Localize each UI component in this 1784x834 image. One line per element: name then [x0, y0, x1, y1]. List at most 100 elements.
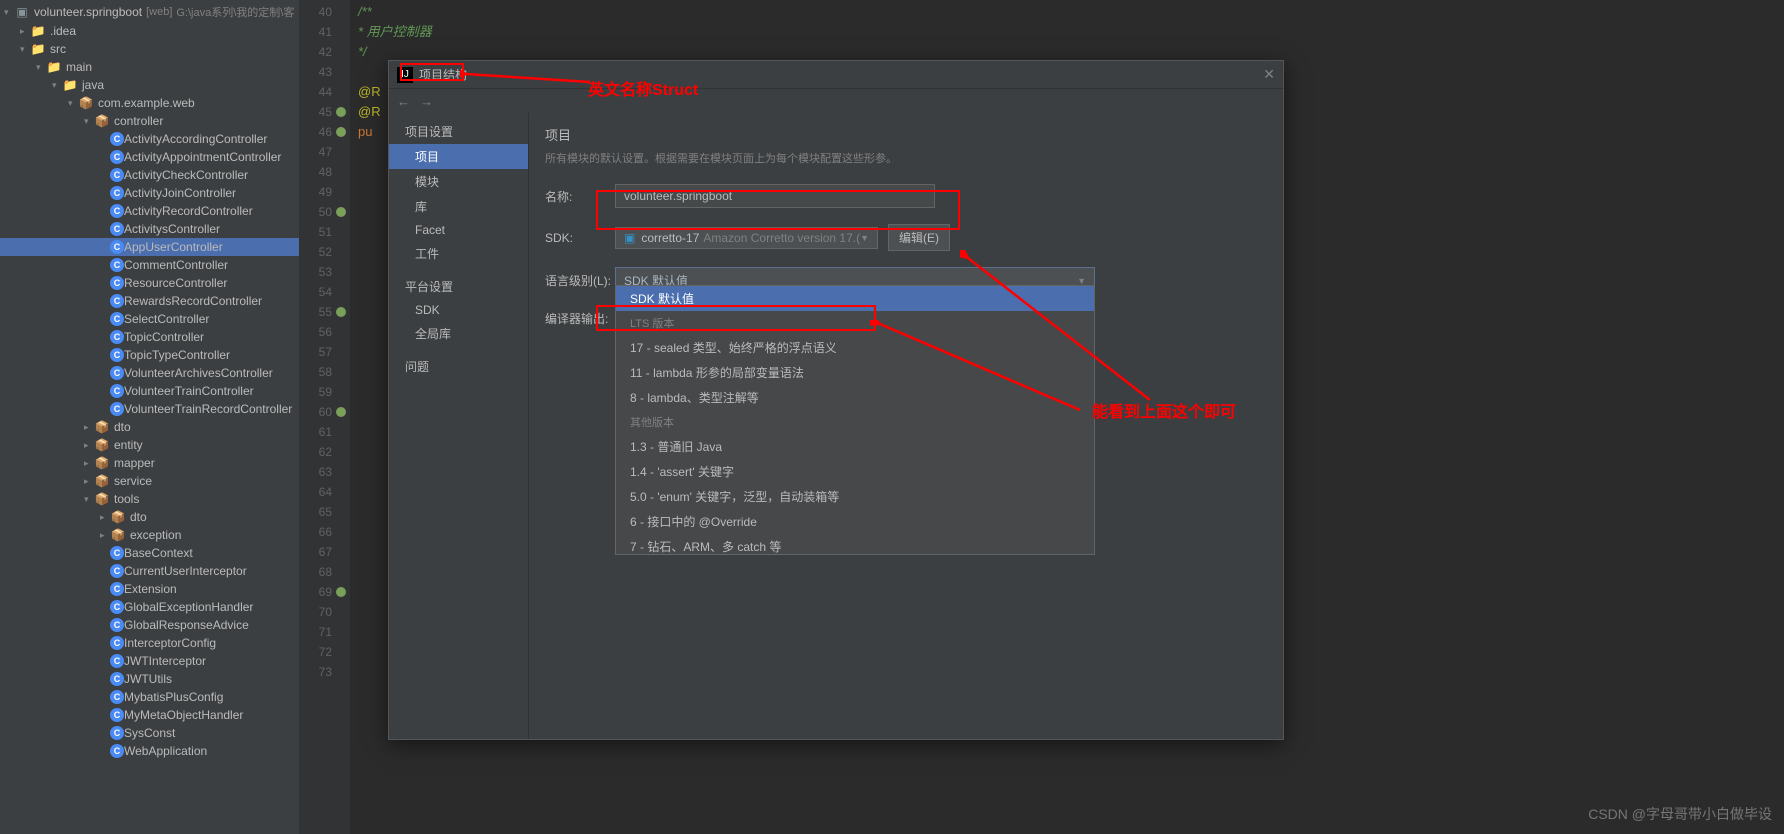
chevron-right-icon[interactable]: ▸ — [100, 512, 110, 523]
tree-class-item[interactable]: CVolunteerArchivesController — [0, 364, 299, 382]
class-icon: C — [110, 240, 124, 254]
chevron-down-icon[interactable]: ▾ — [68, 98, 78, 109]
tree-controller[interactable]: ▾📦controller — [0, 112, 299, 130]
dropdown-item-17[interactable]: 17 - sealed 类型、始终严格的浮点语义 — [616, 335, 1094, 360]
chevron-right-icon[interactable]: ▸ — [84, 458, 94, 469]
tree-package[interactable]: ▾📦com.example.web — [0, 94, 299, 112]
gutter-line: 54 — [300, 282, 332, 302]
dropdown-item[interactable]: 7 - 钻石、ARM、多 catch 等 — [616, 534, 1094, 555]
edit-button[interactable]: 编辑(E) — [888, 224, 950, 251]
tree-class-item[interactable]: CGlobalResponseAdvice — [0, 616, 299, 634]
chevron-right-icon[interactable]: ▸ — [84, 476, 94, 487]
chevron-right-icon[interactable]: ▸ — [84, 440, 94, 451]
dropdown-item[interactable]: 1.3 - 普通旧 Java — [616, 434, 1094, 459]
tree-class-item[interactable]: CActivityRecordController — [0, 202, 299, 220]
lang-level-dropdown[interactable]: SDK 默认值 LTS 版本 17 - sealed 类型、始终严格的浮点语义 … — [615, 285, 1095, 555]
gutter-line: 71 — [300, 622, 332, 642]
side-item-problems[interactable]: 问题 — [389, 354, 528, 379]
tree-idea[interactable]: ▸📁.idea — [0, 22, 299, 40]
tree-class-item[interactable]: CResourceController — [0, 274, 299, 292]
class-icon: C — [110, 276, 124, 290]
tree-class-item[interactable]: CActivityAppointmentController — [0, 148, 299, 166]
class-icon: C — [110, 546, 124, 560]
sdk-select[interactable]: ▣ corretto-17 Amazon Corretto version 17… — [615, 227, 878, 249]
tree-class-item[interactable]: CSelectController — [0, 310, 299, 328]
close-icon[interactable]: ✕ — [1263, 66, 1275, 83]
chevron-right-icon[interactable]: ▸ — [100, 530, 110, 541]
tree-class-item[interactable]: CJWTInterceptor — [0, 652, 299, 670]
tree-class-item[interactable]: CAppUserController — [0, 238, 299, 256]
tree-root[interactable]: ▾ ▣ volunteer.springboot [web] G:\java系列… — [0, 2, 299, 22]
side-item-global-libs[interactable]: 全局库 — [389, 321, 528, 346]
tree-class-item[interactable]: CVolunteerTrainRecordController — [0, 400, 299, 418]
tree-class-item[interactable]: CMybatisPlusConfig — [0, 688, 299, 706]
tree-tools[interactable]: ▾📦tools — [0, 490, 299, 508]
side-item-libs[interactable]: 库 — [389, 194, 528, 219]
chevron-right-icon[interactable]: ▸ — [20, 26, 30, 37]
gutter-line: 48 — [300, 162, 332, 182]
side-item-project[interactable]: 项目 — [389, 144, 528, 169]
tree-class-item[interactable]: CGlobalExceptionHandler — [0, 598, 299, 616]
tree-class-item[interactable]: CInterceptorConfig — [0, 634, 299, 652]
tree-dto[interactable]: ▸📦dto — [0, 418, 299, 436]
tree-class-item[interactable]: CSysConst — [0, 724, 299, 742]
tree-class-item[interactable]: CWebApplication — [0, 742, 299, 760]
tree-service[interactable]: ▸📦service — [0, 472, 299, 490]
tree-class-item[interactable]: CRewardsRecordController — [0, 292, 299, 310]
side-item-facet[interactable]: Facet — [389, 219, 528, 241]
tree-class-item[interactable]: CMyMetaObjectHandler — [0, 706, 299, 724]
dialog-header[interactable]: IJ 项目结构 ✕ — [389, 61, 1283, 89]
gutter-line: 53 — [300, 262, 332, 282]
folder-icon: 📁 — [30, 24, 46, 38]
tree-class-item[interactable]: CActivityJoinController — [0, 184, 299, 202]
nav-back-icon[interactable]: ← — [397, 94, 410, 109]
gutter-marker-icon[interactable] — [336, 307, 346, 317]
class-icon: C — [110, 726, 124, 740]
gutter-marker-icon[interactable] — [336, 587, 346, 597]
tree-exception[interactable]: ▸📦exception — [0, 526, 299, 544]
chevron-down-icon[interactable]: ▾ — [84, 116, 94, 127]
dropdown-item[interactable]: 1.4 - 'assert' 关键字 — [616, 459, 1094, 484]
dropdown-item[interactable]: 5.0 - 'enum' 关键字，泛型，自动装箱等 — [616, 484, 1094, 509]
tree-class-item[interactable]: CTopicController — [0, 328, 299, 346]
tree-class-item[interactable]: CActivityAccordingController — [0, 130, 299, 148]
tree-tools-dto[interactable]: ▸📦dto — [0, 508, 299, 526]
tree-class-item[interactable]: CCurrentUserInterceptor — [0, 562, 299, 580]
gutter-marker-icon[interactable] — [336, 407, 346, 417]
side-item-artifacts[interactable]: 工件 — [389, 241, 528, 266]
class-icon: C — [110, 312, 124, 326]
gutter-marker-icon[interactable] — [336, 127, 346, 137]
project-tree[interactable]: ▾ ▣ volunteer.springboot [web] G:\java系列… — [0, 0, 300, 834]
dropdown-item[interactable]: SDK 默认值 — [616, 286, 1094, 311]
tree-src[interactable]: ▾📁src — [0, 40, 299, 58]
tree-class-item[interactable]: CActivityCheckController — [0, 166, 299, 184]
side-item-modules[interactable]: 模块 — [389, 169, 528, 194]
tree-class-item[interactable]: CJWTUtils — [0, 670, 299, 688]
gutter-marker-icon[interactable] — [336, 207, 346, 217]
side-item-sdk[interactable]: SDK — [389, 299, 528, 321]
nav-forward-icon[interactable]: → — [420, 94, 433, 109]
chevron-down-icon[interactable]: ▾ — [36, 62, 46, 73]
dropdown-item-8[interactable]: 8 - lambda、类型注解等 — [616, 385, 1094, 410]
tree-class-item[interactable]: CTopicTypeController — [0, 346, 299, 364]
chevron-right-icon[interactable]: ▸ — [84, 422, 94, 433]
gutter-line: 63 — [300, 462, 332, 482]
chevron-down-icon[interactable]: ▾ — [52, 80, 62, 91]
dropdown-item-11[interactable]: 11 - lambda 形参的局部变量语法 — [616, 360, 1094, 385]
tree-main[interactable]: ▾📁main — [0, 58, 299, 76]
chevron-down-icon[interactable]: ▾ — [4, 7, 14, 18]
gutter-marker-icon[interactable] — [336, 107, 346, 117]
tree-java[interactable]: ▾📁java — [0, 76, 299, 94]
tree-class-item[interactable]: CExtension — [0, 580, 299, 598]
chevron-down-icon[interactable]: ▾ — [84, 494, 94, 505]
chevron-down-icon[interactable]: ▾ — [20, 44, 30, 55]
content-hint: 所有模块的默认设置。根据需要在模块页面上为每个模块配置这些形参。 — [545, 150, 1267, 166]
tree-mapper[interactable]: ▸📦mapper — [0, 454, 299, 472]
dropdown-item[interactable]: 6 - 接口中的 @Override — [616, 509, 1094, 534]
tree-entity[interactable]: ▸📦entity — [0, 436, 299, 454]
name-input[interactable] — [615, 184, 935, 208]
tree-class-item[interactable]: CVolunteerTrainController — [0, 382, 299, 400]
tree-class-item[interactable]: CActivitysController — [0, 220, 299, 238]
tree-class-item[interactable]: CCommentController — [0, 256, 299, 274]
tree-class-item[interactable]: CBaseContext — [0, 544, 299, 562]
